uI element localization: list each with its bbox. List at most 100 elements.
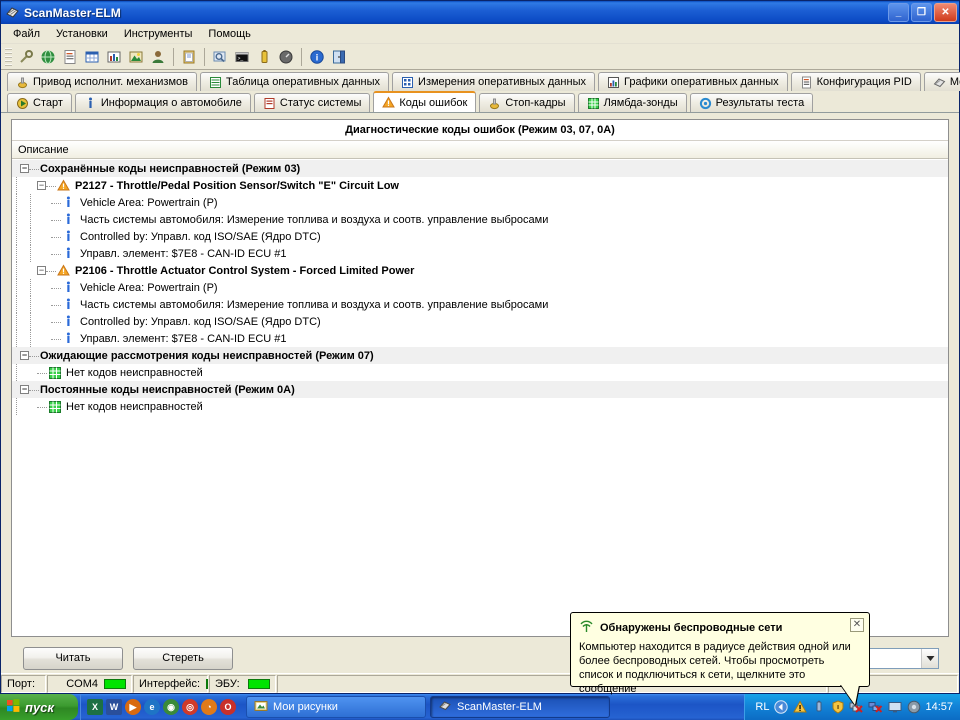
tab-pid-config[interactable]: Конфигурация PID	[790, 72, 921, 91]
tab-label: Лямбда-зонды	[603, 97, 678, 109]
lambda-icon	[587, 97, 600, 110]
word-icon[interactable]: W	[106, 699, 122, 715]
chrome-icon[interactable]: ◎	[182, 699, 198, 715]
usb-device-icon[interactable]	[811, 700, 826, 715]
expander-icon[interactable]: −	[20, 385, 29, 394]
erase-button[interactable]: Стереть	[133, 646, 233, 670]
tab-data-table[interactable]: Таблица оперативных данных	[200, 72, 390, 91]
globe-icon[interactable]	[37, 46, 59, 68]
balloon-header: Обнаружены беспроводные сети	[579, 619, 861, 636]
tree-node-nocodes[interactable]: Нет кодов неисправностей	[12, 364, 948, 381]
tab-power[interactable]: Мощность	[923, 72, 960, 91]
table-icon[interactable]	[81, 46, 103, 68]
detail-label: Управл. элемент: $7E8 - CAN-ID ECU #1	[80, 247, 287, 260]
tree-line	[37, 406, 47, 408]
tree-line	[51, 321, 61, 323]
tree-node-detail[interactable]: Управл. элемент: $7E8 - CAN-ID ECU #1	[12, 245, 948, 262]
tree-node-detail[interactable]: Controlled by: Управл. код ISO/SAE (Ядро…	[12, 228, 948, 245]
expander-icon[interactable]: −	[37, 181, 46, 190]
menu-item-settings[interactable]: Установки	[48, 26, 116, 42]
chevron-left-icon[interactable]	[773, 700, 788, 715]
tree-node-detail[interactable]: Часть системы автомобиля: Измерение топл…	[12, 211, 948, 228]
internet-explorer-icon[interactable]: e	[144, 699, 160, 715]
tab-test-results[interactable]: Результаты теста	[689, 93, 814, 112]
interface-led-indicator	[206, 678, 208, 689]
terminal-icon[interactable]: >_	[231, 46, 253, 68]
taskbar-button-my-pictures[interactable]: Мои рисунки	[246, 696, 426, 718]
clipboard-icon[interactable]	[178, 46, 200, 68]
sound-icon[interactable]	[906, 700, 921, 715]
taskbar-button-label: Мои рисунки	[273, 701, 338, 713]
tab-system-status[interactable]: Статус системы	[253, 93, 371, 112]
opera-icon[interactable]: O	[220, 699, 236, 715]
read-button[interactable]: Читать	[23, 646, 123, 670]
tree-group-pending[interactable]: − Ожидающие рассмотрения коды неисправно…	[12, 347, 948, 364]
tree-group-stored[interactable]: − Сохранённые коды неисправностей (Режим…	[12, 160, 948, 177]
tab-start[interactable]: Старт	[7, 93, 72, 112]
search-window-icon[interactable]	[209, 46, 231, 68]
media-player-icon[interactable]: ▶	[125, 699, 141, 715]
image-icon[interactable]	[125, 46, 147, 68]
tree-node-nocodes[interactable]: Нет кодов неисправностей	[12, 398, 948, 415]
report-icon[interactable]	[59, 46, 81, 68]
tree-node-detail[interactable]: Vehicle Area: Powertrain (P)	[12, 194, 948, 211]
dtc-tree[interactable]: − Сохранённые коды неисправностей (Режим…	[12, 159, 948, 636]
browser-icon[interactable]: ◉	[163, 699, 179, 715]
tree-node-detail[interactable]: Управл. элемент: $7E8 - CAN-ID ECU #1	[12, 330, 948, 347]
expander-icon[interactable]: −	[20, 351, 29, 360]
tab-lambda-probes[interactable]: Лямбда-зонды	[577, 93, 687, 112]
chart-icon[interactable]	[103, 46, 125, 68]
window-controls: _ ❐ ✕	[888, 3, 957, 22]
tab-graphs[interactable]: Графики оперативных данных	[598, 72, 788, 91]
tree-node-dtc[interactable]: − P2106 - Throttle Actuator Control Syst…	[12, 262, 948, 279]
tree-group-permanent[interactable]: − Постоянные коды неисправностей (Режим …	[12, 381, 948, 398]
tree-node-dtc[interactable]: − P2127 - Throttle/Pedal Position Sensor…	[12, 177, 948, 194]
tab-label: Информация о автомобиле	[100, 97, 242, 109]
ecu-label-text: ЭБУ:	[215, 677, 240, 690]
tab-measurements[interactable]: Измерения оперативных данных	[392, 72, 595, 91]
clock[interactable]: 14:57	[925, 701, 953, 713]
tree-node-detail[interactable]: Vehicle Area: Powertrain (P)	[12, 279, 948, 296]
user-icon[interactable]	[147, 46, 169, 68]
tab-freeze-frames[interactable]: Стоп-кадры	[479, 93, 575, 112]
info-icon	[61, 331, 76, 346]
detail-label: Часть системы автомобиля: Измерение топл…	[80, 298, 549, 311]
expander-icon[interactable]: −	[37, 266, 46, 275]
firefox-icon[interactable]: ◔	[201, 699, 217, 715]
menu-item-file[interactable]: Файл	[5, 26, 48, 42]
maximize-button[interactable]: ❐	[911, 3, 932, 22]
start-button[interactable]: пуск	[0, 694, 78, 720]
warning-icon	[56, 263, 71, 278]
battery-icon[interactable]	[253, 46, 275, 68]
taskbar-button-scanmaster[interactable]: ScanMaster-ELM	[430, 696, 610, 718]
excel-icon[interactable]: X	[87, 699, 103, 715]
chevron-down-icon[interactable]	[921, 648, 938, 668]
menu-item-help[interactable]: Помощь	[200, 26, 259, 42]
tab-error-codes[interactable]: Коды ошибок	[373, 91, 477, 112]
tab-vehicle-info[interactable]: Информация о автомобиле	[74, 93, 251, 112]
warning-tray-icon[interactable]	[792, 700, 807, 715]
ok-grid-icon	[47, 365, 62, 380]
close-icon[interactable]: ✕	[850, 618, 864, 632]
tree-node-detail[interactable]: Часть системы автомобиля: Измерение топл…	[12, 296, 948, 313]
info-icon	[61, 280, 76, 295]
minimize-button[interactable]: _	[888, 3, 909, 22]
info-icon	[61, 229, 76, 244]
connect-icon[interactable]	[15, 46, 37, 68]
network-error-icon[interactable]	[868, 700, 883, 715]
tree-node-detail[interactable]: Controlled by: Управл. код ISO/SAE (Ядро…	[12, 313, 948, 330]
expander-icon[interactable]: −	[20, 164, 29, 173]
menu-item-tools[interactable]: Инструменты	[116, 26, 201, 42]
language-indicator[interactable]: RL	[755, 701, 769, 713]
wireless-balloon-notification[interactable]: Обнаружены беспроводные сети Компьютер н…	[570, 612, 870, 705]
status-interface: Интерфейс:	[133, 674, 208, 693]
exit-icon[interactable]	[328, 46, 350, 68]
info-icon[interactable]: i	[306, 46, 328, 68]
tab-actuator-drive[interactable]: Привод исполнит. механизмов	[7, 72, 198, 91]
display-icon[interactable]	[887, 700, 902, 715]
info-icon	[61, 314, 76, 329]
toolbar-grip[interactable]	[5, 47, 12, 66]
column-header-description[interactable]: Описание	[12, 141, 948, 159]
close-button[interactable]: ✕	[934, 3, 957, 22]
gauge-icon[interactable]	[275, 46, 297, 68]
